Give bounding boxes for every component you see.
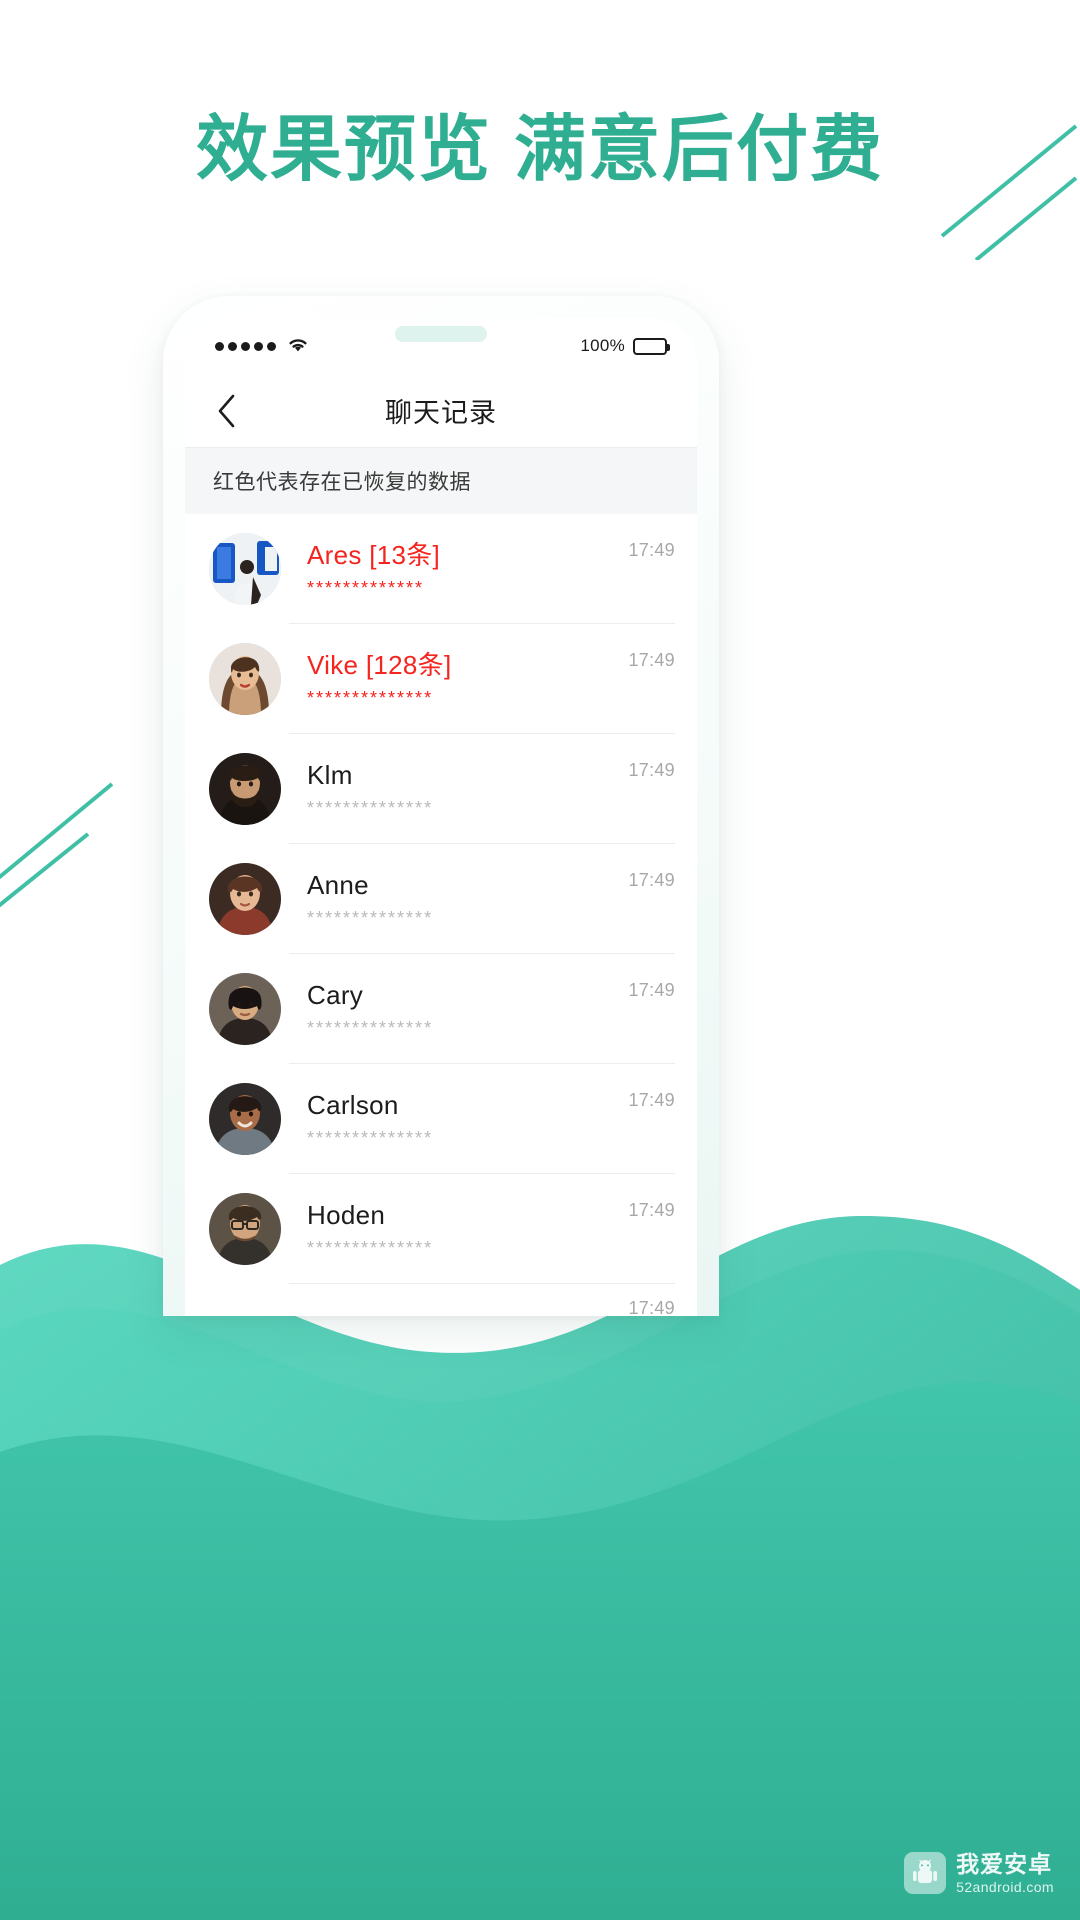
message-preview: ************** [307,1018,434,1038]
list-item[interactable]: Anne ************** 17:49 [185,844,697,954]
list-item[interactable]: Ares [13条] ************* 17:49 [185,514,697,624]
message-preview: ************** [307,1238,434,1258]
page-title: 效果预览 满意后付费 [195,110,884,190]
status-bar-left [215,335,310,358]
avatar [209,753,281,825]
list-item-main: Vike [128条] ************** [281,648,628,710]
chat-record-list[interactable]: Ares [13条] ************* 17:49 Vike [128… [185,514,697,1316]
wifi-icon [286,335,310,358]
avatar [209,973,281,1045]
list-item-main: Carlson ************** [281,1088,628,1150]
timestamp: 17:49 [628,1090,675,1110]
nav-title: 聊天记录 [385,398,497,428]
back-button[interactable] [207,391,247,431]
battery-full-icon [633,337,670,355]
contact-name: Klm [307,760,353,790]
timestamp: 17:49 [628,980,675,1000]
timestamp: 17:49 [628,760,675,780]
navigation-bar: 聊天记录 [185,374,697,448]
signal-dots-icon [215,341,276,351]
message-preview: ************* [307,578,425,598]
phone-screen: 100% 聊天记录 红色代表存在已恢复的数据 Ares [13条] ******… [185,318,697,1316]
timestamp: 17:49 [628,540,675,560]
status-bar-right: 100% [580,336,670,356]
contact-name: Anne [307,870,369,900]
avatar [209,533,281,605]
timestamp: 17:49 [628,650,675,670]
notice-text: 红色代表存在已恢复的数据 [213,471,471,494]
contact-name: Hoden [307,1200,386,1230]
contact-name: Ares [13条] [307,540,441,570]
timestamp: 17:49 [628,1298,675,1316]
diagonal-lines-left [0,782,114,908]
avatar [209,863,281,935]
list-item[interactable]: Klm ************** 17:49 [185,734,697,844]
list-item[interactable]: Cary ************** 17:49 [185,954,697,1064]
list-item-main: Klm ************** [281,758,628,820]
avatar [209,1193,281,1265]
contact-name: Vike [128条] [307,650,452,680]
watermark-texts: 我爱安卓 52android.com [956,1850,1054,1895]
list-item-main: Hoden ************** [281,1198,628,1260]
battery-percent-label: 100% [580,336,625,355]
message-preview: ************** [307,1128,434,1148]
message-preview: ************** [307,798,434,818]
message-preview: ************** [307,908,434,928]
list-item[interactable]: Carlson ************** 17:49 [185,1064,697,1174]
phone-notch [395,326,487,342]
list-item[interactable]: Vike [128条] ************** 17:49 [185,624,697,734]
phone-mockup: 100% 聊天记录 红色代表存在已恢复的数据 Ares [13条] ******… [163,296,719,1316]
list-item-main: Anne ************** [281,868,628,930]
chevron-left-icon [218,394,235,427]
watermark-title: 我爱安卓 [956,1850,1053,1877]
list-item[interactable]: Hoden ************** 17:49 [185,1174,697,1284]
timestamp: 17:49 [628,870,675,890]
watermark: 我爱安卓 52android.com [904,1852,1054,1894]
timestamp: 17:49 [628,1200,675,1220]
avatar [209,643,281,715]
message-preview: ************** [307,688,434,708]
list-item-main: Cary ************** [281,978,628,1040]
contact-name: Carlson [307,1090,399,1120]
watermark-url: 52android.com [956,1878,1054,1895]
list-item[interactable]: 17:49 [185,1284,697,1316]
avatar [209,1083,281,1155]
contact-name: Cary [307,980,364,1010]
list-item-main: Ares [13条] ************* [281,538,628,600]
status-bar: 100% [185,318,697,374]
android-robot-icon [904,1852,947,1894]
notice-bar: 红色代表存在已恢复的数据 [185,448,697,514]
